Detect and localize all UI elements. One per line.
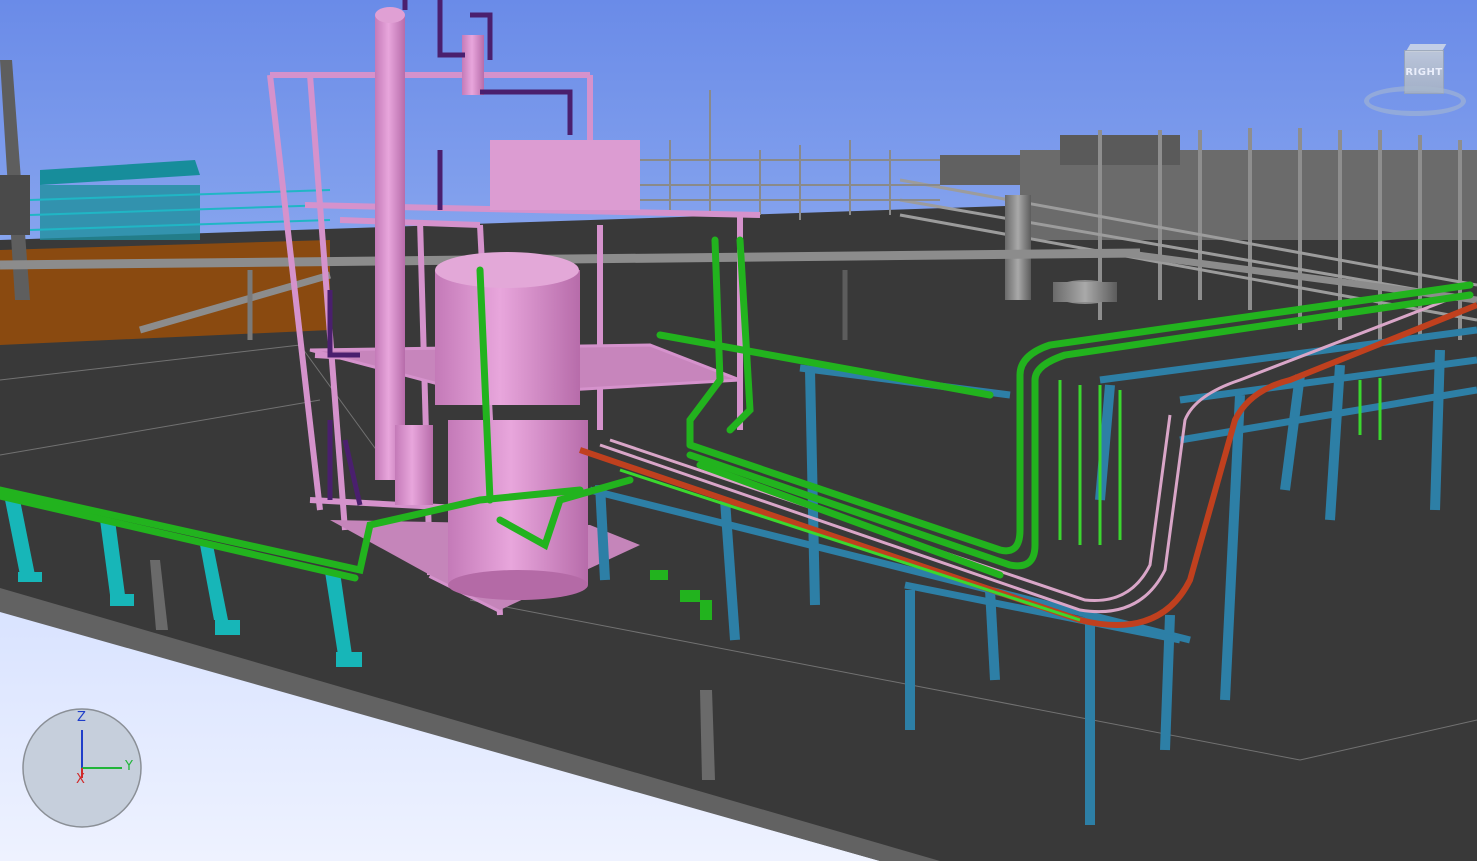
x-axis-label: X (76, 772, 85, 787)
z-axis-label: Z (77, 710, 86, 725)
pink-small-vessel (395, 425, 433, 505)
viewcube-compass-ring[interactable] (1364, 86, 1466, 116)
axis-triad[interactable]: Z Y X (22, 708, 142, 828)
pink-column (375, 15, 405, 480)
pink-box-equipment (490, 140, 640, 210)
3d-viewport[interactable]: RIGHT Z Y X (0, 0, 1477, 861)
pink-tank-upper (435, 270, 580, 405)
axis-triad-graphic (22, 708, 142, 828)
pink-reflux-drum (462, 35, 484, 95)
plant-3d-model[interactable] (0, 0, 1477, 861)
viewcube-navigator[interactable]: RIGHT (1360, 42, 1470, 138)
y-axis-label: Y (125, 759, 133, 774)
